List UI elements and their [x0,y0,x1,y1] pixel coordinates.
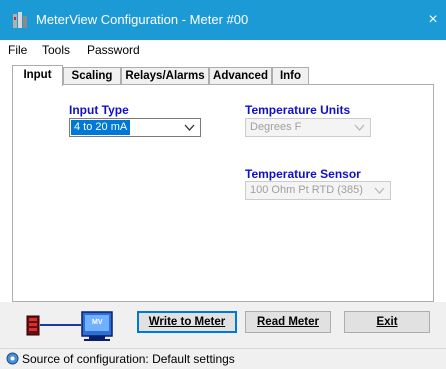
chevron-down-icon [374,187,385,194]
chevron-down-icon [184,124,195,131]
exit-button[interactable]: Exit [344,311,430,333]
read-meter-button[interactable]: Read Meter [245,311,331,333]
temperature-sensor-value: 100 Ohm Pt RTD (385) [250,184,363,196]
red-meter-icon [26,315,40,336]
computer-mv3-icon: MV [81,311,113,341]
menu-tools[interactable]: Tools [42,43,70,57]
temperature-units-select[interactable]: Degrees F [245,118,371,137]
menu-password[interactable]: Password [87,43,140,57]
title-bar: MeterView Configuration - Meter #00 × [0,0,446,40]
temperature-units-label: Temperature Units [245,103,351,117]
menu-bar: File Tools Password [0,40,446,60]
input-type-value: 4 to 20 mA [71,120,131,135]
tab-input[interactable]: Input [12,65,63,86]
temperature-units-value: Degrees F [250,121,302,133]
menu-file[interactable]: File [8,43,27,57]
temperature-sensor-select[interactable]: 100 Ohm Pt RTD (385) [245,181,391,200]
close-icon[interactable]: × [420,6,446,34]
info-gear-icon [6,352,19,365]
bottom-bar: MV Write to Meter Read Meter Exit [0,302,446,348]
tab-relays-alarms[interactable]: Relays/Alarms [121,67,209,85]
app-icon [13,12,27,28]
window-title: MeterView Configuration - Meter #00 [36,12,249,27]
computer-mv-text: MV [92,319,103,326]
status-bar: Source of configuration: Default setting… [0,348,446,369]
input-type-select[interactable]: 4 to 20 mA [69,118,201,137]
tab-scaling[interactable]: Scaling [63,67,121,85]
status-text: Source of configuration: Default setting… [22,352,235,366]
chevron-down-icon [354,124,365,131]
input-tab-panel: Input Type 4 to 20 mA Temperature Units … [12,84,434,302]
tab-info[interactable]: Info [272,67,309,85]
write-to-meter-button[interactable]: Write to Meter [137,311,237,333]
input-type-label: Input Type [69,103,129,117]
temperature-sensor-label: Temperature Sensor [245,167,361,181]
connection-graphic: MV [26,311,113,341]
tab-advanced[interactable]: Advanced [209,67,272,85]
